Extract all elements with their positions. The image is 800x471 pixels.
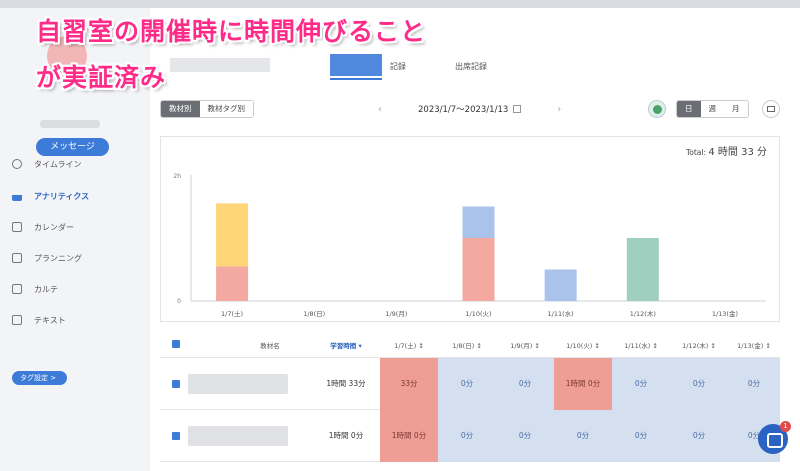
row-checkbox[interactable] xyxy=(172,432,180,440)
main-panel: 記録 出席記録 教材別 教材タグ別 ‹ 2023/1/7〜2023/1/13 ›… xyxy=(150,8,800,471)
sidebar-item-label: アナリティクス xyxy=(34,191,90,201)
period-toggle: 日 週 月 xyxy=(676,100,749,118)
day-cell: 0分 xyxy=(438,358,496,410)
date-navigator: ‹ 2023/1/7〜2023/1/13 › xyxy=(378,103,561,116)
x-tick-label: 1/8(日) xyxy=(303,310,325,318)
day-cell: 0分 xyxy=(438,410,496,462)
col-day[interactable]: 1/7(土) ↕ xyxy=(380,340,438,350)
x-tick-label: 1/12(木) xyxy=(630,309,656,318)
bar-segment xyxy=(462,238,495,301)
tab-attendance[interactable]: 出席記録 xyxy=(455,61,487,72)
top-bar xyxy=(0,0,800,8)
tab-by-material[interactable]: 教材別 xyxy=(161,101,200,117)
day-cell: 0分 xyxy=(554,410,612,462)
data-table: 教材名 学習時間 ▾ 1/7(土) ↕ 1/8(日) ↕ 1/9(月) ↕ 1/… xyxy=(160,330,780,471)
table-row: 1時間 33分 33分 0分 0分 1時間 0分 0分 0分 0分 xyxy=(160,358,780,410)
material-name-blurred xyxy=(188,374,288,394)
date-range-label: 2023/1/7〜2023/1/13 xyxy=(418,105,509,115)
sidebar-item-planning[interactable]: プランニング xyxy=(12,250,82,266)
caption-line-1: 自習室の開催時に時間伸びること xyxy=(36,17,427,46)
chat-badge: 1 xyxy=(780,421,791,432)
bar-chart-icon xyxy=(12,191,22,201)
material-name-blurred xyxy=(188,426,288,446)
status-icon[interactable] xyxy=(648,100,666,118)
col-day[interactable]: 1/12(木) ↕ xyxy=(670,340,728,350)
x-tick-label: 1/10(火) xyxy=(465,310,491,318)
bar-segment xyxy=(626,238,659,301)
group-toggle: 教材別 教材タグ別 xyxy=(160,100,254,118)
col-day[interactable]: 1/11(水) ↕ xyxy=(612,340,670,350)
col-day[interactable]: 1/10(火) ↕ xyxy=(554,340,612,350)
sidebar-item-label: テキスト xyxy=(34,315,66,325)
print-button[interactable] xyxy=(762,100,780,118)
tab-day[interactable]: 日 xyxy=(677,101,701,117)
row-total: 1時間 33分 xyxy=(326,379,366,388)
sidebar-item-label: タイムライン xyxy=(34,159,82,169)
select-all-checkbox[interactable] xyxy=(172,340,180,348)
sidebar-item-text[interactable]: テキスト xyxy=(12,312,66,328)
bar-segment xyxy=(216,266,249,301)
day-cell: 0分 xyxy=(728,358,780,410)
sidebar-item-calendar[interactable]: カレンダー xyxy=(12,219,74,235)
calendar-icon xyxy=(513,105,522,113)
tab-record[interactable]: 記録 xyxy=(390,61,406,72)
day-cell: 0分 xyxy=(612,358,670,410)
y-tick-label: 2h xyxy=(173,173,181,180)
leaf-icon xyxy=(653,105,662,114)
next-week-button[interactable]: › xyxy=(557,104,561,115)
day-cell: 0分 xyxy=(496,358,554,410)
day-cell: 1時間 0分 xyxy=(554,358,612,410)
x-tick-label: 1/13(金) xyxy=(712,309,738,318)
day-cell: 1時間 0分 xyxy=(380,410,438,462)
bar-segment xyxy=(544,269,577,301)
user-name-blurred xyxy=(40,120,100,128)
tab-by-material-tag[interactable]: 教材タグ別 xyxy=(199,101,253,117)
sidebar-item-label: カルテ xyxy=(34,284,58,294)
sidebar-item-label: プランニング xyxy=(34,253,82,263)
col-day[interactable]: 1/9(月) ↕ xyxy=(496,340,554,350)
date-range[interactable]: 2023/1/7〜2023/1/13 xyxy=(418,103,522,115)
caption-line-2: が実証済み xyxy=(36,63,167,92)
day-cell: 0分 xyxy=(670,410,728,462)
day-cell: 0分 xyxy=(496,410,554,462)
bar-segment xyxy=(216,203,249,267)
day-cell: 33分 xyxy=(380,358,438,410)
col-day[interactable]: 1/8(日) ↕ xyxy=(438,340,496,350)
chart-card: Total: 4 時間 33 分 2h 0 1/7(土) 1/8(日) 1/9(月) 1/… xyxy=(160,136,780,322)
calendar-icon xyxy=(12,222,22,232)
bar-segment xyxy=(462,206,495,238)
sidebar-item-analytics[interactable]: アナリティクス xyxy=(12,188,89,204)
flag-icon xyxy=(12,253,22,263)
day-cell: 0分 xyxy=(670,358,728,410)
sidebar-item-karte[interactable]: カルテ xyxy=(12,281,58,297)
col-material: 教材名 xyxy=(260,342,280,350)
bar-chart: 2h 0 1/7(土) 1/8(日) 1/9(月) 1/10(火) 1/11(水) 1/12(… xyxy=(173,173,766,318)
row-total: 1時間 0分 xyxy=(328,431,364,440)
tab-active-underline xyxy=(330,78,382,80)
tag-settings-button[interactable]: タグ設定 > xyxy=(12,371,67,385)
day-cell: 0分 xyxy=(612,410,670,462)
y-tick-label: 0 xyxy=(177,298,181,305)
sidebar-item-label: カレンダー xyxy=(34,222,74,232)
col-study-time[interactable]: 学習時間 ▾ xyxy=(310,340,382,350)
printer-icon xyxy=(767,106,775,112)
x-tick-label: 1/7(土) xyxy=(221,309,243,318)
table-row: 1時間 0分 1時間 0分 0分 0分 0分 0分 0分 0分 xyxy=(160,410,780,462)
table-header: 教材名 学習時間 ▾ 1/7(土) ↕ 1/8(日) ↕ 1/9(月) ↕ 1/… xyxy=(160,330,780,358)
tab-week[interactable]: 週 xyxy=(700,101,724,117)
x-tick-label: 1/11(水) xyxy=(548,309,574,318)
clock-icon xyxy=(12,159,22,169)
message-button[interactable]: メッセージ xyxy=(36,138,109,156)
tab-month[interactable]: 月 xyxy=(724,101,748,117)
row-checkbox[interactable] xyxy=(172,380,180,388)
tab-active[interactable] xyxy=(330,54,382,76)
col-day[interactable]: 1/13(金) ↕ xyxy=(728,340,780,350)
blurred-tab xyxy=(170,58,270,72)
sidebar-item-timeline[interactable]: タイムライン xyxy=(12,156,81,172)
book-icon xyxy=(12,315,22,325)
prev-week-button[interactable]: ‹ xyxy=(378,104,382,115)
x-tick-label: 1/9(月) xyxy=(385,310,407,318)
clipboard-icon xyxy=(12,284,22,294)
